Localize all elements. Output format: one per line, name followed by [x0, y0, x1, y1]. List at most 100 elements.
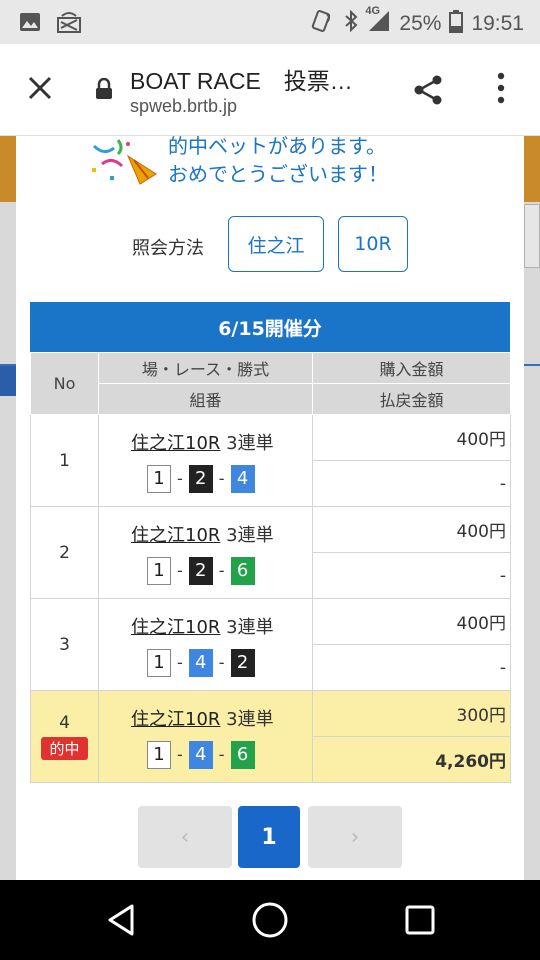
header-payout: 払戻金額: [312, 383, 511, 415]
venue-race-line: 住之江10R 3連単: [131, 521, 312, 547]
more-vertical-icon: [497, 72, 505, 104]
payout-amount: -: [312, 644, 511, 691]
venue-race-line: 住之江10R 3連単: [131, 613, 312, 639]
bet-type: 3連単: [226, 708, 274, 730]
row-number-cell: 2: [30, 506, 99, 599]
bluetooth-icon: [343, 9, 359, 39]
combo-numbers: 1-2-6: [147, 556, 312, 585]
clock: 19:51: [471, 12, 524, 35]
boat-number-badge: 6: [230, 556, 255, 585]
bet-result-modal: 的中ベットがあります。 おめでとうございます！ 照会方法 住之江 10R 6/1…: [16, 136, 524, 880]
share-icon: [414, 75, 442, 105]
status-bar: 4G 25% 19:51: [0, 0, 540, 44]
header-no: No: [30, 352, 99, 415]
payout-amount: -: [312, 552, 511, 599]
home-circle-icon: [252, 902, 288, 938]
cast-icon: [56, 10, 82, 38]
inquiry-method-label: 照会方法: [132, 238, 204, 259]
table-row: 1 住之江10R 3連単 1-2-4 400円: [30, 414, 511, 507]
hit-message: 的中ベットがあります。 おめでとうございます！: [16, 136, 524, 186]
boat-number-badge: 1: [147, 740, 171, 769]
purchase-amount: 300円: [312, 690, 511, 737]
row-number: 2: [59, 542, 70, 563]
header-purchase: 購入金額: [312, 352, 511, 384]
signal-icon: 4G: [365, 5, 391, 39]
payout-amount: -: [312, 460, 511, 507]
next-page-button[interactable]: ›: [308, 806, 402, 868]
nav-home-button[interactable]: [250, 900, 290, 944]
venue-race-link[interactable]: 住之江10R: [131, 617, 220, 638]
bet-detail-cell: 住之江10R 3連単 1-2-6: [98, 506, 313, 599]
row-number: 3: [59, 634, 70, 655]
purchase-amount: 400円: [312, 414, 511, 461]
race-filter-button[interactable]: 10R: [338, 216, 408, 272]
boat-number-badge: 1: [147, 464, 171, 493]
combo-numbers: 1-4-2: [147, 648, 312, 677]
boat-number-badge: 1: [147, 556, 171, 585]
bet-type: 3連単: [226, 432, 274, 454]
hit-message-line1: 的中ベットがあります。: [168, 136, 386, 158]
current-page-button[interactable]: 1: [238, 806, 300, 868]
purchase-amount: 400円: [312, 598, 511, 645]
page-title: BOAT RACE 投票…: [130, 68, 353, 94]
combo-separator: -: [218, 745, 225, 764]
combo-separator: -: [177, 653, 183, 672]
close-icon: [28, 76, 52, 100]
nav-recents-button[interactable]: [404, 904, 436, 940]
boat-number-badge: 6: [230, 740, 255, 769]
venue-race-line: 住之江10R 3連単: [131, 705, 312, 731]
boat-number-badge: 4: [188, 648, 213, 677]
row-number-cell: 3: [30, 598, 99, 691]
bet-type: 3連単: [226, 616, 274, 638]
table-row: 2 住之江10R 3連単 1-2-6 400円: [30, 506, 511, 599]
background-fragment-right: [524, 204, 540, 268]
combo-separator: -: [177, 469, 183, 488]
venue-race-link[interactable]: 住之江10R: [131, 709, 220, 730]
venue-race-link[interactable]: 住之江10R: [131, 525, 220, 546]
bet-detail-cell: 住之江10R 3連単 1-2-4: [98, 414, 313, 507]
table-row: 4 的中 住之江10R 3連単 1-4-6 300円: [30, 690, 511, 783]
gallery-icon: [18, 10, 42, 38]
combo-separator: -: [218, 469, 225, 488]
payout-amount: 4,260円: [312, 736, 511, 783]
venue-filter-button[interactable]: 住之江: [228, 216, 324, 272]
browser-toolbar: BOAT RACE 投票… spweb.brtb.jp: [0, 44, 540, 136]
combo-separator: -: [177, 745, 183, 764]
bet-detail-cell: 住之江10R 3連単 1-4-2: [98, 598, 313, 691]
combo-separator: -: [218, 653, 225, 672]
header-venue-race-type: 場・レース・勝式: [98, 352, 313, 384]
bet-detail-cell: 住之江10R 3連単 1-4-6: [98, 690, 313, 783]
party-popper-icon: [88, 138, 160, 190]
header-combo: 組番: [98, 383, 313, 415]
combo-separator: -: [218, 561, 225, 580]
nfc-icon: [309, 8, 335, 40]
row-number-cell: 1: [30, 414, 99, 507]
boat-number-badge: 4: [188, 740, 213, 769]
boat-number-badge: 2: [188, 556, 213, 585]
url-text[interactable]: spweb.brtb.jp: [130, 96, 237, 117]
boat-number-badge: 2: [230, 648, 255, 677]
date-header: 6/15開催分: [30, 302, 510, 352]
combo-separator: -: [177, 561, 183, 580]
prev-page-button[interactable]: ‹: [138, 806, 232, 868]
venue-race-line: 住之江10R 3連単: [131, 429, 312, 455]
hit-badge: 的中: [41, 737, 88, 760]
network-type-label: 4G: [365, 5, 381, 17]
combo-numbers: 1-2-4: [147, 464, 312, 493]
more-options-button[interactable]: [494, 70, 508, 110]
boat-number-badge: 4: [230, 464, 255, 493]
bet-type: 3連単: [226, 524, 274, 546]
share-button[interactable]: [410, 72, 446, 112]
combo-numbers: 1-4-6: [147, 740, 312, 769]
recents-square-icon: [405, 905, 435, 935]
row-number: 4: [59, 713, 70, 733]
background-fragment: [0, 366, 16, 396]
venue-race-link[interactable]: 住之江10R: [131, 433, 220, 454]
close-tab-button[interactable]: [24, 72, 56, 104]
back-triangle-icon: [108, 904, 134, 936]
nav-back-button[interactable]: [104, 902, 138, 942]
pagination: ‹ 1 ›: [16, 806, 524, 868]
battery-percent: 25%: [399, 12, 442, 35]
table-row: 3 住之江10R 3連単 1-4-2 400円: [30, 598, 511, 691]
row-number: 1: [59, 450, 70, 471]
